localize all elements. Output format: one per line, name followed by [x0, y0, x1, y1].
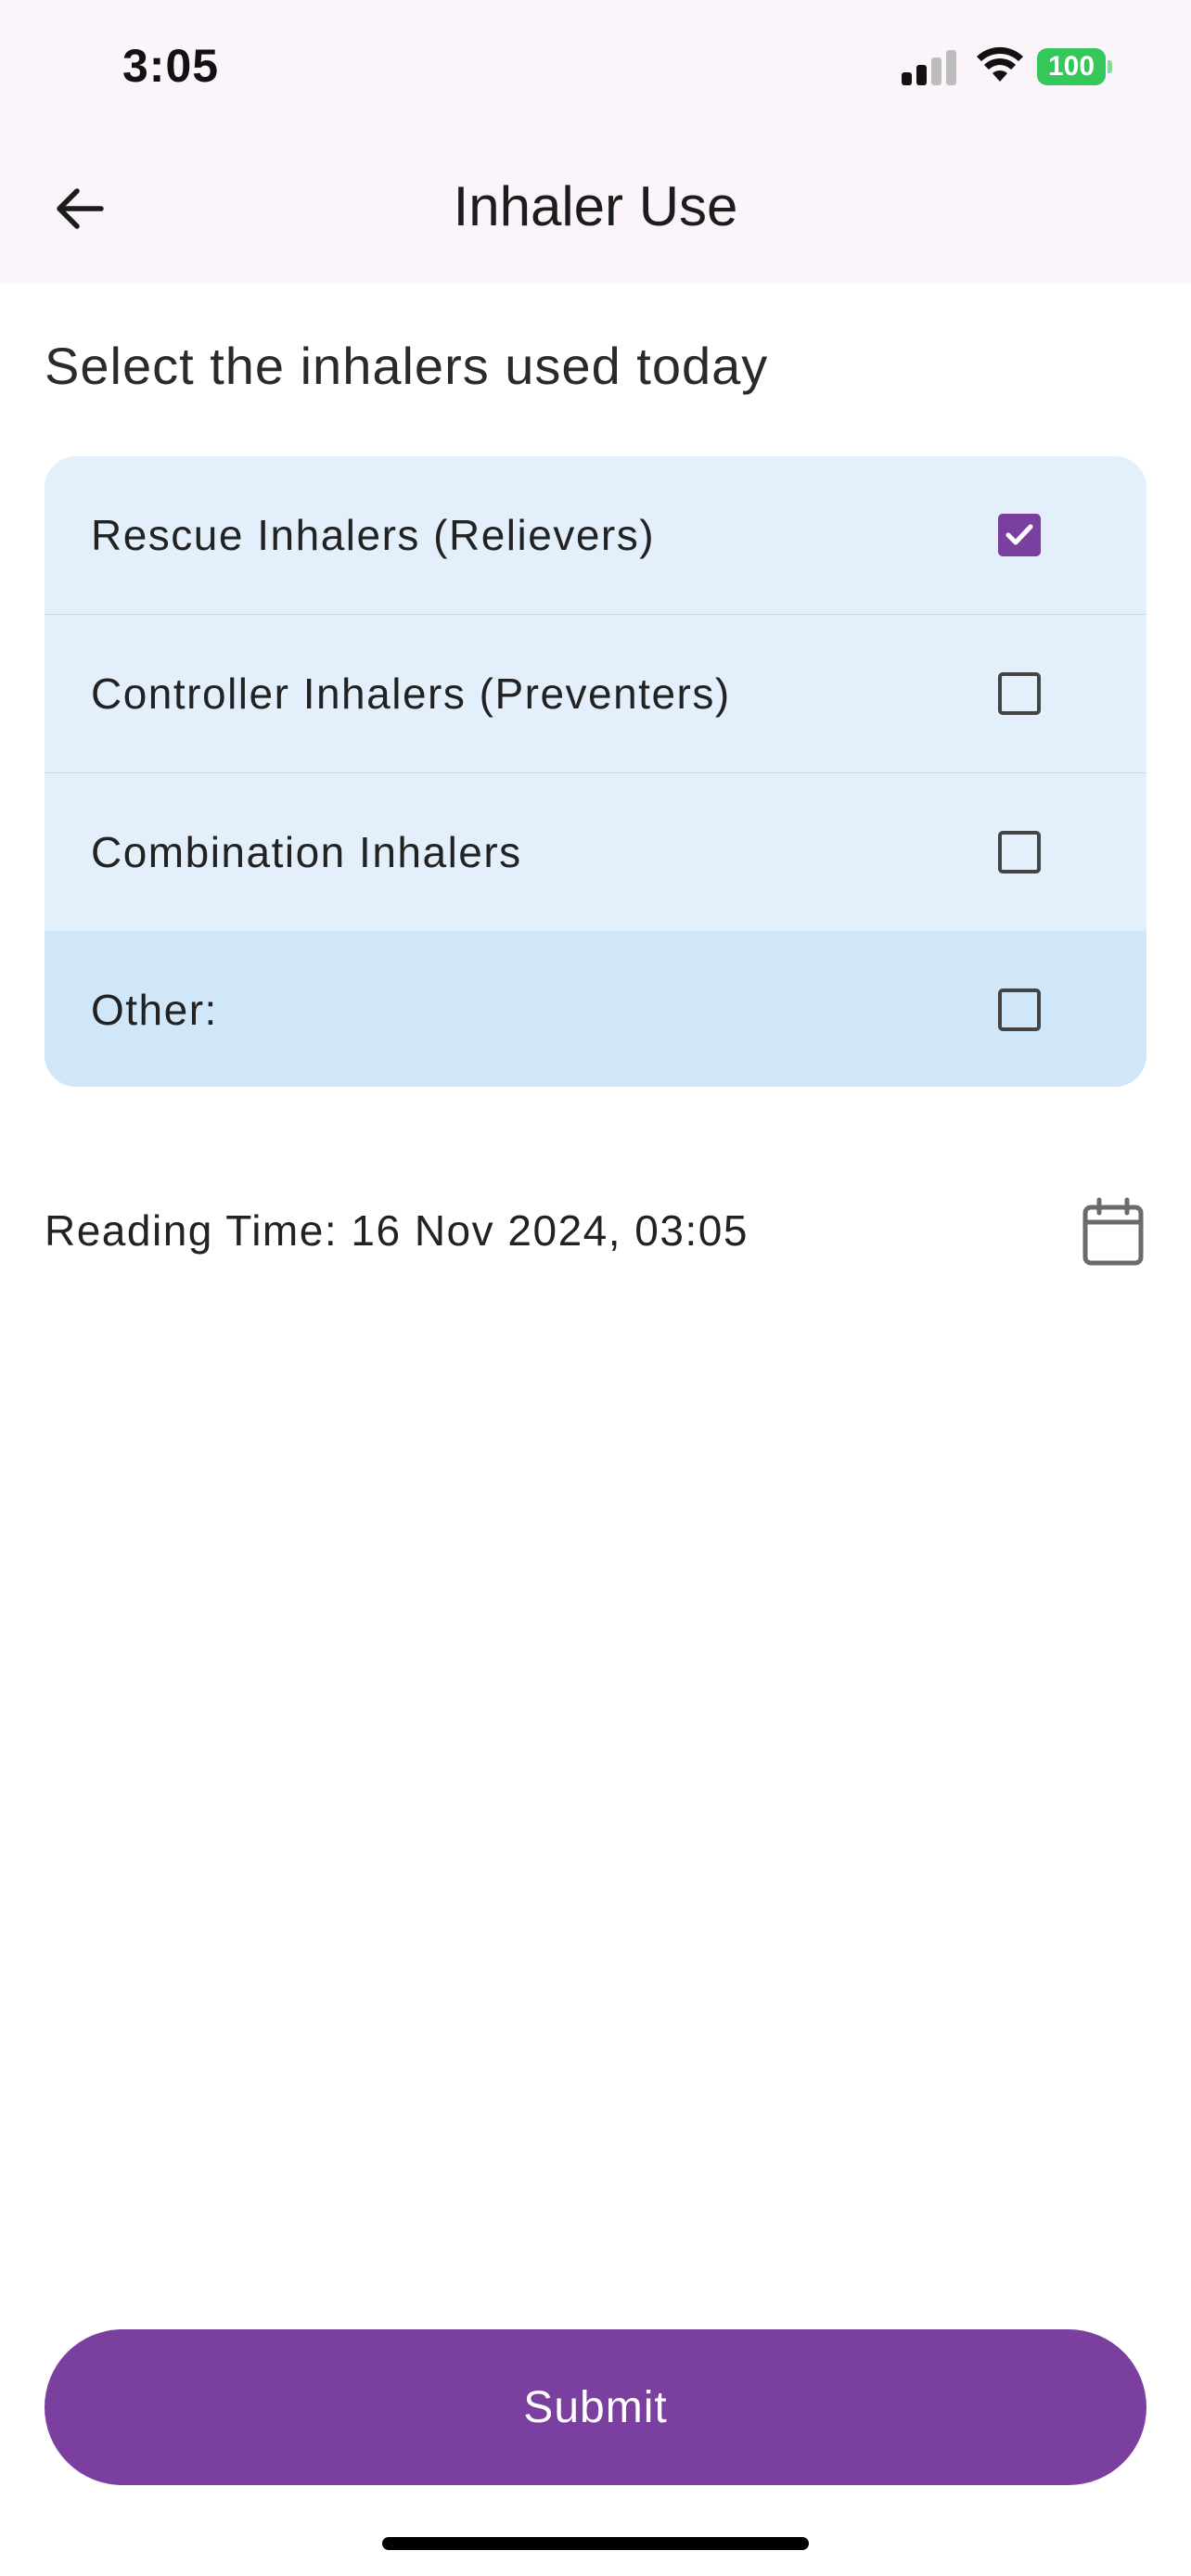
checkmark-icon — [1005, 524, 1033, 545]
calendar-icon — [1082, 1197, 1144, 1266]
checkbox-controller-inhalers[interactable] — [998, 672, 1041, 715]
option-label: Combination Inhalers — [91, 828, 522, 876]
option-label: Rescue Inhalers (Relievers) — [91, 511, 656, 559]
app-bar: Inhaler Use — [0, 139, 1191, 284]
status-bar: 3:05 100 — [0, 0, 1191, 139]
checkbox-rescue-inhalers[interactable] — [998, 514, 1041, 556]
checkbox-combination-inhalers[interactable] — [998, 831, 1041, 874]
home-indicator — [382, 2537, 809, 2550]
section-prompt: Select the inhalers used today — [45, 337, 769, 395]
submit-button[interactable]: Submit — [45, 2329, 1146, 2485]
option-rescue-inhalers[interactable]: Rescue Inhalers (Relievers) — [45, 456, 1146, 615]
reading-time-label: Reading Time: 16 Nov 2024, 03:05 — [45, 1206, 749, 1255]
option-combination-inhalers[interactable]: Combination Inhalers — [45, 773, 1146, 931]
option-controller-inhalers[interactable]: Controller Inhalers (Preventers) — [45, 615, 1146, 773]
wifi-icon — [977, 46, 1023, 82]
checkbox-other[interactable] — [998, 988, 1041, 1031]
status-time: 3:05 — [122, 40, 220, 92]
battery-icon: 100 — [1037, 48, 1113, 85]
option-label: Controller Inhalers (Preventers) — [91, 670, 731, 718]
signal-icon — [902, 50, 956, 85]
calendar-button[interactable] — [1080, 1196, 1146, 1269]
option-other[interactable]: Other: — [45, 931, 1146, 1087]
battery-nub — [1108, 60, 1112, 73]
battery-level: 100 — [1037, 48, 1106, 85]
option-label: Other: — [91, 986, 218, 1034]
inhaler-options-list: Rescue Inhalers (Relievers) Controller I… — [45, 456, 1146, 1087]
page-title: Inhaler Use — [453, 175, 738, 237]
